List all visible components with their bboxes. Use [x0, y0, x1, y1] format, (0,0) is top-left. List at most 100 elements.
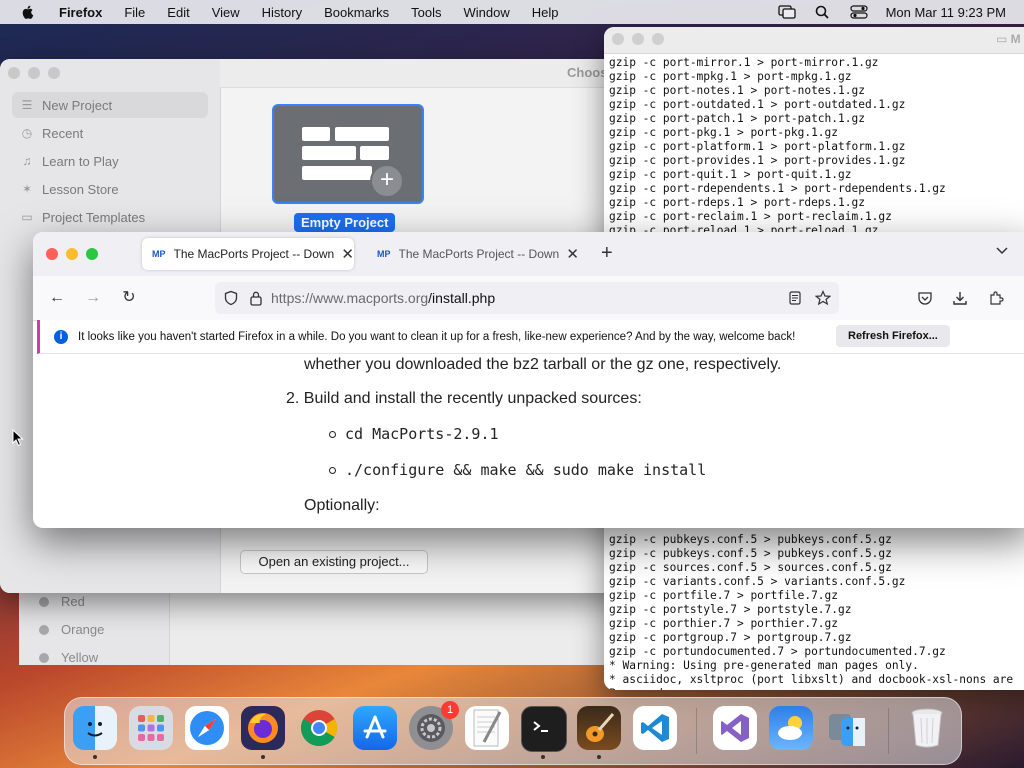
menu-edit[interactable]: Edit — [156, 5, 200, 20]
sidebar-item-lesson-store[interactable]: ✶ Lesson Store — [12, 176, 208, 202]
sidebar-item-learn-to-play[interactable]: ♫ Learn to Play — [12, 148, 208, 174]
chevron-down-icon[interactable] — [995, 244, 1009, 258]
color-item-red[interactable]: Red — [39, 594, 85, 609]
terminal-line: gzip -c port-mpkg.1 > port-mpkg.1.gz — [609, 70, 852, 83]
menu-bar: Firefox File Edit View History Bookmarks… — [0, 0, 1024, 24]
terminal-line: gzip -c pubkeys.conf.5 > pubkeys.conf.5.… — [609, 533, 892, 546]
command-text: cd MacPorts-2.9.1 — [345, 425, 499, 443]
forward-arrow-icon[interactable]: → — [83, 288, 103, 308]
sidebar-item-project-templates[interactable]: ▭ Project Templates — [12, 204, 208, 230]
dock-firefox-icon[interactable] — [241, 706, 285, 750]
bullet-circle-icon — [329, 430, 336, 438]
dock-finder-icon[interactable] — [73, 706, 117, 750]
minimize-button[interactable] — [66, 248, 78, 260]
shield-icon[interactable] — [223, 290, 239, 306]
folder-icon: ▭ — [21, 210, 33, 224]
downloads-icon[interactable] — [952, 290, 968, 306]
minimize-button[interactable] — [28, 67, 40, 79]
empty-project-label[interactable]: Empty Project — [294, 213, 396, 232]
spotlight-search-icon[interactable] — [814, 5, 832, 19]
terminal-line: gzip -c portundocumented.7 > portundocum… — [609, 645, 946, 658]
menu-window[interactable]: Window — [453, 5, 521, 20]
color-item-yellow[interactable]: Yellow — [39, 650, 98, 665]
dock-launchpad-icon[interactable] — [129, 706, 173, 750]
dock-trash-icon[interactable] — [905, 706, 949, 750]
bookmark-star-icon[interactable] — [815, 290, 831, 306]
page-content: whether you downloaded the bz2 tarball o… — [33, 353, 1024, 528]
terminal-line: * asciidoc, xsltproc (port libxslt) and … — [609, 673, 1014, 686]
zoom-button[interactable] — [48, 67, 60, 79]
refresh-firefox-button[interactable]: Refresh Firefox... — [836, 325, 950, 347]
tab-label: The MacPorts Project -- Download & Insta… — [173, 247, 336, 261]
open-existing-project-button[interactable]: Open an existing project... — [240, 550, 428, 574]
dock-terminal-icon[interactable] — [521, 706, 567, 752]
close-button[interactable] — [46, 248, 58, 260]
color-item-orange[interactable]: Orange — [39, 622, 104, 637]
command-item-cd: cd MacPorts-2.9.1 — [329, 425, 499, 443]
zoom-button[interactable] — [652, 33, 664, 45]
terminal-line: gzip -c port-rdependents.1 > port-rdepen… — [609, 182, 946, 195]
menu-file[interactable]: File — [113, 5, 156, 20]
extensions-puzzle-icon[interactable] — [988, 290, 1004, 306]
dock-system-settings-icon[interactable]: 1 — [409, 701, 459, 750]
pocket-icon[interactable] — [917, 290, 933, 306]
control-center-icon[interactable] — [849, 5, 868, 19]
menu-bookmarks[interactable]: Bookmarks — [313, 5, 400, 20]
terminal-line: gzip -c pubkeys.conf.5 > pubkeys.conf.5.… — [609, 547, 892, 560]
menubar-clock[interactable]: Mon Mar 11 9:23 PM — [886, 5, 1006, 20]
terminal-output-bottom[interactable]: gzip -c pubkeys.conf.5 > pubkeys.conf.5.… — [604, 531, 1018, 690]
close-tab-icon[interactable]: ✕ — [566, 245, 579, 263]
terminal-line: gzip -c sources.conf.5 > sources.conf.5.… — [609, 561, 892, 574]
url-bar[interactable]: https://www.macports.org/install.php — [215, 282, 839, 314]
reader-view-icon[interactable] — [787, 290, 803, 306]
empty-project-tile[interactable]: + — [272, 104, 424, 204]
terminal-cursor-icon: ▯ — [670, 687, 677, 690]
tab-macports-second[interactable]: MP The MacPorts Project -- Download & In… — [367, 238, 579, 270]
dock-safari-icon[interactable] — [185, 706, 229, 750]
document-pen-icon — [473, 709, 502, 747]
minimize-button[interactable] — [632, 33, 644, 45]
terminal-title-text: M — [1010, 32, 1021, 46]
dock-weather-icon[interactable] — [769, 706, 813, 750]
firefox-logo-icon — [248, 713, 278, 743]
dock-migration-assistant-icon[interactable] — [825, 706, 869, 750]
menu-view[interactable]: View — [201, 5, 251, 20]
dock-garageband-icon[interactable] — [577, 706, 621, 750]
zoom-button[interactable] — [86, 248, 98, 260]
dock-textedit-icon[interactable] — [465, 706, 509, 750]
close-tab-icon[interactable]: ✕ — [341, 245, 354, 263]
tile-block — [302, 166, 372, 180]
firefox-window: MP The MacPorts Project -- Download & In… — [33, 232, 1024, 528]
clock-icon: ◷ — [21, 126, 33, 140]
dock-app-store-icon[interactable] — [353, 706, 397, 750]
dock-chrome-icon[interactable] — [297, 706, 341, 750]
terminal-line: gzip -c port-rdeps.1 > port-rdeps.1.gz — [609, 196, 865, 209]
dock-separator — [696, 708, 697, 754]
tab-label: The MacPorts Project -- Download & Insta… — [398, 247, 561, 261]
lock-icon[interactable] — [249, 290, 263, 306]
apple-logo-icon[interactable] — [20, 4, 36, 20]
screen-mirroring-icon[interactable] — [777, 5, 796, 19]
reload-icon[interactable]: ↻ — [119, 288, 139, 308]
chooser-title: Choos — [567, 65, 608, 80]
sidebar-item-label: Lesson Store — [42, 181, 119, 197]
menu-help[interactable]: Help — [521, 5, 570, 20]
tile-block — [302, 127, 330, 141]
sidebar-item-new-project[interactable]: ☰ New Project — [12, 92, 208, 118]
tab-macports-active[interactable]: MP The MacPorts Project -- Download & In… — [142, 238, 354, 270]
dock-visual-studio-icon[interactable] — [713, 706, 757, 750]
terminal-line: gzip -c port-quit.1 > port-quit.1.gz — [609, 168, 852, 181]
compass-icon — [190, 711, 224, 745]
menu-history[interactable]: History — [251, 5, 313, 20]
navigation-toolbar: ← → ↻ https://www.macports.org/install.p… — [33, 276, 1024, 321]
dock-vscode-icon[interactable] — [633, 706, 677, 750]
sidebar-item-recent[interactable]: ◷ Recent — [12, 120, 208, 146]
terminal-output-top[interactable]: gzip -c port-mirror.1 > port-mirror.1.gz… — [604, 54, 1024, 240]
new-tab-icon[interactable]: + — [601, 242, 613, 265]
menu-app-firefox[interactable]: Firefox — [48, 5, 113, 20]
close-button[interactable] — [8, 67, 20, 79]
close-button[interactable] — [612, 33, 624, 45]
back-arrow-icon[interactable]: ← — [47, 288, 67, 308]
menu-tools[interactable]: Tools — [400, 5, 452, 20]
terminal-line: gzip -c portfile.7 > portfile.7.gz — [609, 589, 839, 602]
